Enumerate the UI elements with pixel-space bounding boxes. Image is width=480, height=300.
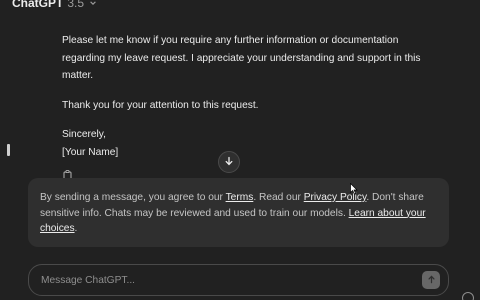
terms-link[interactable]: Terms — [226, 192, 254, 203]
copy-icon[interactable] — [63, 167, 72, 180]
arrow-down-icon — [224, 153, 234, 171]
message-paragraph: Please let me know if you require any fu… — [62, 35, 421, 81]
help-icon[interactable] — [462, 292, 474, 300]
message-closing: Sincerely, — [62, 129, 106, 140]
notice-text: By sending a message, you agree to our — [40, 192, 226, 203]
model-version: 3.5 — [67, 0, 85, 10]
send-button[interactable] — [422, 271, 440, 289]
chat-window: ChatGPT 3.5 Please let me know if you re… — [0, 0, 480, 300]
message-signature: [Your Name] — [62, 146, 119, 158]
terms-notice: By sending a message, you agree to our T… — [28, 178, 449, 247]
mouse-cursor-icon — [350, 182, 358, 195]
assistant-message: Please let me know if you require any fu… — [62, 32, 422, 161]
model-name: ChatGPT — [12, 0, 64, 10]
scroll-to-bottom-button[interactable] — [218, 151, 240, 173]
model-selector[interactable]: ChatGPT 3.5 — [0, 0, 98, 10]
arrow-up-icon — [427, 271, 436, 289]
message-composer[interactable] — [28, 264, 449, 296]
message-input[interactable] — [39, 273, 448, 287]
notice-text: . — [74, 223, 78, 235]
notice-text: . Read our — [253, 192, 304, 203]
message-paragraph: Thank you for your attention to this req… — [62, 99, 259, 111]
sidebar-toggle-handle[interactable] — [7, 144, 10, 156]
chevron-down-icon — [88, 0, 98, 8]
